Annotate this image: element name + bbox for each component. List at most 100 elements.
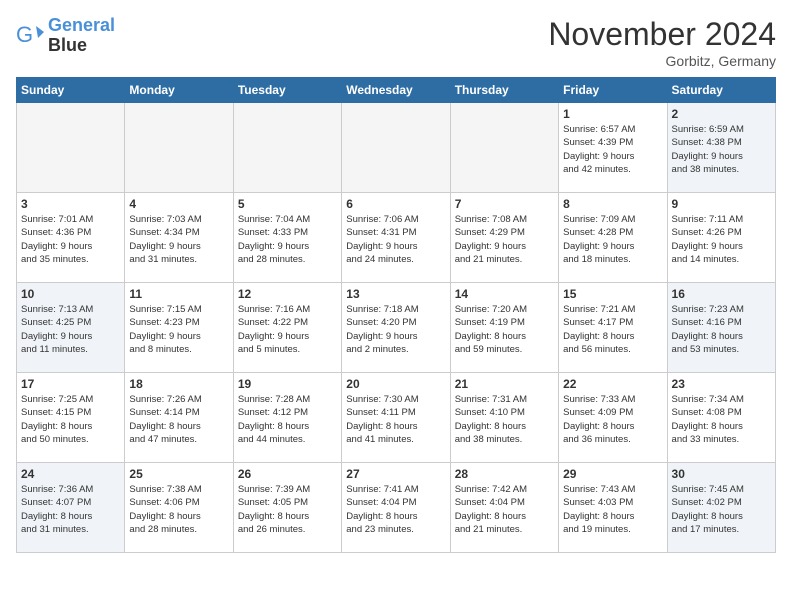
day-info: Sunrise: 7:39 AMSunset: 4:05 PMDaylight:… bbox=[238, 483, 337, 536]
calendar-cell: 26Sunrise: 7:39 AMSunset: 4:05 PMDayligh… bbox=[233, 463, 341, 553]
logo-icon: G bbox=[16, 22, 44, 50]
day-number: 15 bbox=[563, 287, 662, 301]
day-number: 24 bbox=[21, 467, 120, 481]
day-info: Sunrise: 7:21 AMSunset: 4:17 PMDaylight:… bbox=[563, 303, 662, 356]
day-number: 29 bbox=[563, 467, 662, 481]
calendar-week-2: 3 Sunrise: 7:01 AMSunset: 4:36 PMDaylight… bbox=[17, 193, 776, 283]
calendar-week-3: 10 Sunrise: 7:13 AMSunset: 4:25 PMDayligh… bbox=[17, 283, 776, 373]
calendar-week-4: 17 Sunrise: 7:25 AMSunset: 4:15 PMDayligh… bbox=[17, 373, 776, 463]
title-block: November 2024 Gorbitz, Germany bbox=[548, 16, 776, 69]
day-info: Sunrise: 7:25 AMSunset: 4:15 PMDaylight:… bbox=[21, 393, 120, 446]
day-info: Sunrise: 7:23 AMSunset: 4:16 PMDaylight:… bbox=[672, 303, 771, 356]
calendar-cell: 24Sunrise: 7:36 AMSunset: 4:07 PMDayligh… bbox=[17, 463, 125, 553]
calendar-body: 1Sunrise: 6:57 AMSunset: 4:39 PMDaylight… bbox=[17, 103, 776, 553]
day-info: Sunrise: 7:03 AMSunset: 4:34 PMDaylight:… bbox=[129, 213, 228, 266]
logo-line1: General bbox=[48, 15, 115, 35]
day-info: Sunrise: 7:38 AMSunset: 4:06 PMDaylight:… bbox=[129, 483, 228, 536]
calendar-cell: 21 Sunrise: 7:31 AMSunset: 4:10 PMDayligh… bbox=[450, 373, 558, 463]
day-info: Sunrise: 7:30 AMSunset: 4:11 PMDaylight:… bbox=[346, 393, 445, 446]
calendar-header: SundayMondayTuesdayWednesdayThursdayFrid… bbox=[17, 78, 776, 103]
calendar-cell: 28Sunrise: 7:42 AMSunset: 4:04 PMDayligh… bbox=[450, 463, 558, 553]
day-info: Sunrise: 7:41 AMSunset: 4:04 PMDaylight:… bbox=[346, 483, 445, 536]
day-info: Sunrise: 7:20 AMSunset: 4:19 PMDaylight:… bbox=[455, 303, 554, 356]
calendar-cell: 20 Sunrise: 7:30 AMSunset: 4:11 PMDayligh… bbox=[342, 373, 450, 463]
calendar-week-5: 24Sunrise: 7:36 AMSunset: 4:07 PMDayligh… bbox=[17, 463, 776, 553]
calendar-week-1: 1Sunrise: 6:57 AMSunset: 4:39 PMDaylight… bbox=[17, 103, 776, 193]
logo-line2: Blue bbox=[48, 35, 87, 55]
day-info: Sunrise: 7:34 AMSunset: 4:08 PMDaylight:… bbox=[672, 393, 771, 446]
day-number: 21 bbox=[455, 377, 554, 391]
day-number: 3 bbox=[21, 197, 120, 211]
day-number: 16 bbox=[672, 287, 771, 301]
day-number: 7 bbox=[455, 197, 554, 211]
day-number: 25 bbox=[129, 467, 228, 481]
weekday-header-tuesday: Tuesday bbox=[233, 78, 341, 103]
day-number: 12 bbox=[238, 287, 337, 301]
logo: G General Blue bbox=[16, 16, 115, 56]
day-number: 22 bbox=[563, 377, 662, 391]
day-info: Sunrise: 7:43 AMSunset: 4:03 PMDaylight:… bbox=[563, 483, 662, 536]
day-number: 14 bbox=[455, 287, 554, 301]
calendar-cell: 22Sunrise: 7:33 AMSunset: 4:09 PMDayligh… bbox=[559, 373, 667, 463]
day-number: 18 bbox=[129, 377, 228, 391]
calendar-cell: 18 Sunrise: 7:26 AMSunset: 4:14 PMDayligh… bbox=[125, 373, 233, 463]
calendar-cell: 19 Sunrise: 7:28 AMSunset: 4:12 PMDayligh… bbox=[233, 373, 341, 463]
day-number: 13 bbox=[346, 287, 445, 301]
weekday-header-thursday: Thursday bbox=[450, 78, 558, 103]
calendar-cell: 13 Sunrise: 7:18 AMSunset: 4:20 PMDayligh… bbox=[342, 283, 450, 373]
day-number: 6 bbox=[346, 197, 445, 211]
calendar-cell: 11 Sunrise: 7:15 AMSunset: 4:23 PMDayligh… bbox=[125, 283, 233, 373]
day-info: Sunrise: 7:16 AMSunset: 4:22 PMDaylight:… bbox=[238, 303, 337, 356]
calendar-cell: 23 Sunrise: 7:34 AMSunset: 4:08 PMDayligh… bbox=[667, 373, 775, 463]
calendar-cell: 16 Sunrise: 7:23 AMSunset: 4:16 PMDayligh… bbox=[667, 283, 775, 373]
day-number: 8 bbox=[563, 197, 662, 211]
weekday-header-friday: Friday bbox=[559, 78, 667, 103]
day-number: 28 bbox=[455, 467, 554, 481]
day-info: Sunrise: 7:06 AMSunset: 4:31 PMDaylight:… bbox=[346, 213, 445, 266]
calendar-cell: 9 Sunrise: 7:11 AMSunset: 4:26 PMDaylight… bbox=[667, 193, 775, 283]
day-info: Sunrise: 7:15 AMSunset: 4:23 PMDaylight:… bbox=[129, 303, 228, 356]
day-number: 20 bbox=[346, 377, 445, 391]
day-info: Sunrise: 7:01 AMSunset: 4:36 PMDaylight:… bbox=[21, 213, 120, 266]
calendar-cell: 29 Sunrise: 7:43 AMSunset: 4:03 PMDayligh… bbox=[559, 463, 667, 553]
day-number: 30 bbox=[672, 467, 771, 481]
day-number: 11 bbox=[129, 287, 228, 301]
day-number: 10 bbox=[21, 287, 120, 301]
calendar-cell bbox=[125, 103, 233, 193]
page-header: G General Blue November 2024 Gorbitz, Ge… bbox=[16, 16, 776, 69]
calendar-table: SundayMondayTuesdayWednesdayThursdayFrid… bbox=[16, 77, 776, 553]
day-number: 4 bbox=[129, 197, 228, 211]
day-info: Sunrise: 7:45 AMSunset: 4:02 PMDaylight:… bbox=[672, 483, 771, 536]
day-number: 23 bbox=[672, 377, 771, 391]
day-number: 19 bbox=[238, 377, 337, 391]
day-info: Sunrise: 7:04 AMSunset: 4:33 PMDaylight:… bbox=[238, 213, 337, 266]
calendar-cell: 27Sunrise: 7:41 AMSunset: 4:04 PMDayligh… bbox=[342, 463, 450, 553]
day-info: Sunrise: 7:26 AMSunset: 4:14 PMDaylight:… bbox=[129, 393, 228, 446]
day-info: Sunrise: 7:18 AMSunset: 4:20 PMDaylight:… bbox=[346, 303, 445, 356]
calendar-cell: 25 Sunrise: 7:38 AMSunset: 4:06 PMDayligh… bbox=[125, 463, 233, 553]
month-title: November 2024 bbox=[548, 16, 776, 53]
calendar-cell bbox=[450, 103, 558, 193]
day-number: 5 bbox=[238, 197, 337, 211]
day-number: 17 bbox=[21, 377, 120, 391]
day-number: 1 bbox=[563, 107, 662, 121]
day-info: Sunrise: 7:11 AMSunset: 4:26 PMDaylight:… bbox=[672, 213, 771, 266]
day-info: Sunrise: 7:28 AMSunset: 4:12 PMDaylight:… bbox=[238, 393, 337, 446]
svg-text:G: G bbox=[16, 22, 33, 47]
calendar-cell: 12 Sunrise: 7:16 AMSunset: 4:22 PMDayligh… bbox=[233, 283, 341, 373]
weekday-header-sunday: Sunday bbox=[17, 78, 125, 103]
day-info: Sunrise: 7:31 AMSunset: 4:10 PMDaylight:… bbox=[455, 393, 554, 446]
weekday-header-wednesday: Wednesday bbox=[342, 78, 450, 103]
weekday-header-monday: Monday bbox=[125, 78, 233, 103]
weekday-header-saturday: Saturday bbox=[667, 78, 775, 103]
day-info: Sunrise: 7:09 AMSunset: 4:28 PMDaylight:… bbox=[563, 213, 662, 266]
location: Gorbitz, Germany bbox=[548, 53, 776, 69]
day-number: 2 bbox=[672, 107, 771, 121]
day-info: Sunrise: 7:13 AMSunset: 4:25 PMDaylight:… bbox=[21, 303, 120, 356]
logo-text: General Blue bbox=[48, 16, 115, 56]
calendar-cell: 7 Sunrise: 7:08 AMSunset: 4:29 PMDaylight… bbox=[450, 193, 558, 283]
day-info: Sunrise: 7:08 AMSunset: 4:29 PMDaylight:… bbox=[455, 213, 554, 266]
calendar-cell: 5 Sunrise: 7:04 AMSunset: 4:33 PMDaylight… bbox=[233, 193, 341, 283]
day-number: 9 bbox=[672, 197, 771, 211]
calendar-cell: 6 Sunrise: 7:06 AMSunset: 4:31 PMDaylight… bbox=[342, 193, 450, 283]
